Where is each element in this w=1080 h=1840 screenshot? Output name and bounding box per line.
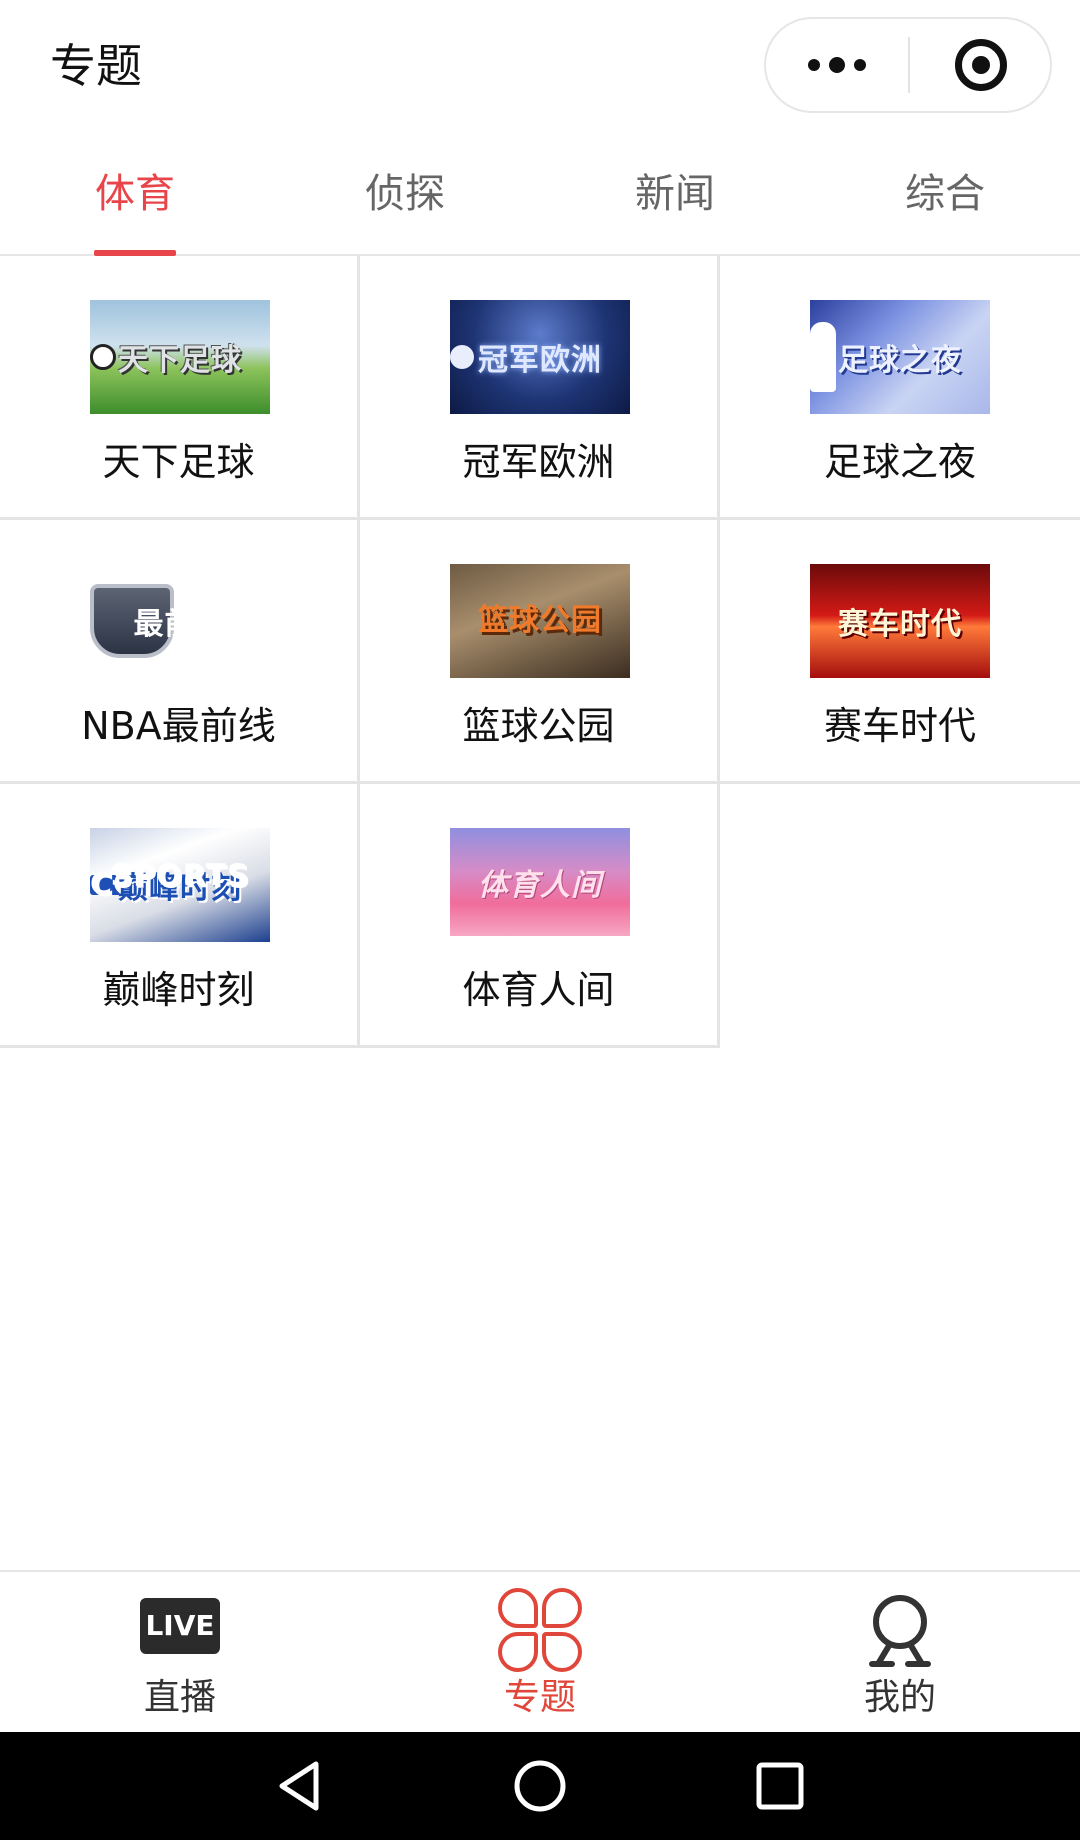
- program-thumbnail: 最前线: [90, 564, 270, 678]
- title-bar: 专题: [0, 0, 1080, 130]
- program-thumbnail: 冠军欧洲: [450, 300, 630, 414]
- program-card[interactable]: 篮球公园 篮球公园: [360, 520, 720, 784]
- program-label: 体育人间: [462, 968, 615, 1012]
- thumbnail-title: 赛车时代: [838, 607, 962, 642]
- thumbnail-title: 天下足球: [118, 343, 242, 378]
- program-card[interactable]: 最前线 NBA最前线: [0, 520, 360, 784]
- thumbnail-caption: SPORTS: [110, 858, 250, 894]
- tab-label: 综合: [905, 171, 985, 217]
- program-thumbnail: 天下足球: [90, 300, 270, 414]
- tab-label: 新闻: [635, 171, 715, 217]
- app-root: 专题 体育 侦探 新闻 综合 天下足球 天下足球 冠军欧洲 冠军欧洲 足球之夜 …: [0, 0, 1080, 1840]
- more-dots-icon-center: [829, 57, 845, 73]
- clover-icon: [498, 1588, 582, 1672]
- program-card[interactable]: 天下足球 天下足球: [0, 256, 360, 520]
- mini-program-capsule: [764, 17, 1052, 113]
- tab-sports[interactable]: 体育: [35, 164, 235, 256]
- tab-news[interactable]: 新闻: [575, 164, 775, 256]
- program-thumbnail: 足球之夜: [810, 300, 990, 414]
- tabbar-label: 直播: [143, 1677, 216, 1718]
- program-card[interactable]: 冠军欧洲 冠军欧洲: [360, 256, 720, 520]
- program-thumbnail: 赛车时代: [810, 564, 990, 678]
- tabbar-item-topics[interactable]: 专题: [360, 1572, 720, 1732]
- thumbnail-title: 篮球公园: [478, 603, 602, 638]
- record-close-icon-center: [972, 56, 990, 74]
- program-label: 篮球公园: [462, 704, 615, 748]
- program-thumbnail: CCTV 巅峰时刻 SPORTS: [90, 828, 270, 942]
- thumbnail-title: 体育人间: [478, 868, 602, 903]
- recent-apps-icon[interactable]: [750, 1756, 810, 1816]
- program-card[interactable]: CCTV 巅峰时刻 SPORTS 巅峰时刻: [0, 784, 360, 1048]
- tab-detective[interactable]: 侦探: [305, 164, 505, 256]
- more-button[interactable]: [766, 19, 908, 111]
- system-nav-bar: [0, 1732, 1080, 1840]
- program-thumbnail: 体育人间: [450, 828, 630, 936]
- program-label: 天下足球: [102, 440, 255, 484]
- program-label: 赛车时代: [823, 704, 976, 748]
- category-tabs: 体育 侦探 新闻 综合: [0, 140, 1080, 256]
- tabbar-label: 我的: [863, 1677, 936, 1718]
- tabbar-item-mine[interactable]: 我的: [720, 1572, 1080, 1732]
- thumbnail-title: 冠军欧洲: [478, 343, 602, 378]
- tabbar-label: 专题: [503, 1677, 576, 1718]
- tabbar-item-live[interactable]: LIVE 直播: [0, 1572, 360, 1732]
- program-label: NBA最前线: [81, 704, 276, 748]
- soccer-ball-icon: [90, 344, 116, 370]
- thumbnail-title: 足球之夜: [838, 343, 962, 378]
- program-card[interactable]: 足球之夜 足球之夜: [720, 256, 1080, 520]
- tab-label: 体育: [95, 171, 175, 217]
- program-card[interactable]: 赛车时代 赛车时代: [720, 520, 1080, 784]
- home-icon[interactable]: [510, 1756, 570, 1816]
- bottom-tab-bar: LIVE 直播 专题 我的: [0, 1570, 1080, 1732]
- more-dots-icon: [808, 59, 820, 71]
- thumbnail-title: 最前线: [133, 607, 227, 642]
- live-icon: LIVE: [140, 1598, 220, 1654]
- program-thumbnail: 篮球公园: [450, 564, 630, 678]
- page-title: 专题: [50, 39, 142, 93]
- close-button[interactable]: [910, 19, 1052, 111]
- program-label: 巅峰时刻: [102, 968, 255, 1012]
- more-dots-icon-right: [854, 59, 866, 71]
- program-card[interactable]: 体育人间 体育人间: [360, 784, 720, 1048]
- user-icon: [869, 1595, 931, 1667]
- program-label: 冠军欧洲: [462, 440, 615, 484]
- back-icon[interactable]: [270, 1756, 330, 1816]
- tab-general[interactable]: 综合: [845, 164, 1045, 256]
- tab-label: 侦探: [365, 171, 445, 217]
- program-label: 足球之夜: [823, 440, 976, 484]
